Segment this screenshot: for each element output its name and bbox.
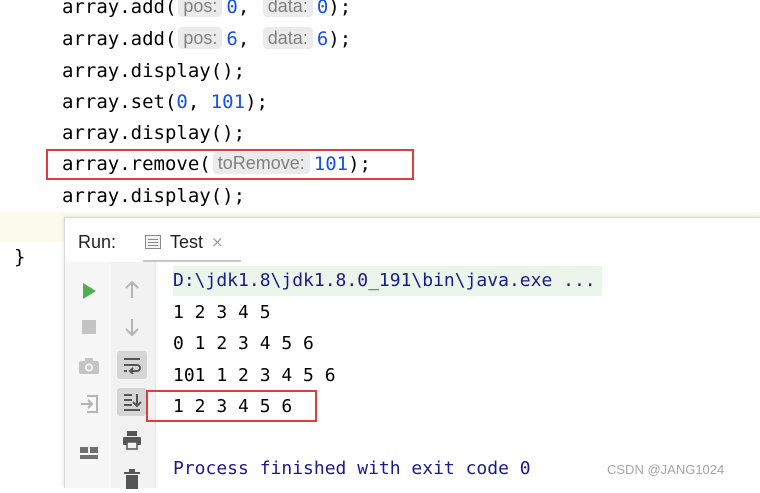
console-exit-line: Process finished with exit code 0	[173, 458, 531, 479]
param-hint-pos: pos:	[178, 27, 223, 49]
run-toolbar-primary	[65, 262, 111, 488]
code-text: array.display();	[62, 185, 246, 207]
code-text: ,	[187, 91, 211, 113]
number-literal: 6	[226, 28, 238, 50]
highlight-box-remove-call	[46, 149, 414, 180]
code-text: );	[328, 28, 352, 50]
watermark: CSDN @JANG1024	[607, 462, 725, 477]
trash-icon[interactable]	[117, 465, 147, 493]
code-editor[interactable]: array.add(pos: 0, data: 0); array.add(pos:…	[0, 0, 760, 220]
code-text: array.display();	[62, 60, 246, 82]
code-text: );	[328, 0, 352, 18]
code-text: array.set(	[62, 91, 177, 113]
print-icon[interactable]	[117, 426, 147, 454]
run-header: Run: Test ×	[65, 218, 760, 262]
highlight-box-output	[146, 390, 317, 422]
scroll-to-end-icon[interactable]	[117, 388, 147, 416]
code-line-set[interactable]: array.set(0, 101);	[62, 87, 268, 117]
run-label: Run:	[78, 232, 117, 252]
run-toolbar-secondary	[111, 262, 156, 489]
stop-icon[interactable]	[74, 313, 104, 341]
layout-icon[interactable]	[74, 439, 104, 467]
play-icon[interactable]	[74, 277, 104, 305]
console-tab-icon	[145, 235, 161, 249]
tab-test[interactable]: Test ×	[145, 228, 224, 256]
console-output[interactable]: D:\jdk1.8\jdk1.8.0_191\bin\java.exe ... …	[173, 262, 760, 488]
code-text: ,	[237, 28, 250, 50]
camera-icon[interactable]	[74, 352, 104, 380]
login-icon[interactable]	[74, 390, 104, 418]
run-tool-window: Run: Test × D:\jdk1.8\jdk1.8.0_191\bin\j…	[64, 217, 760, 489]
code-text: );	[245, 91, 268, 113]
closing-brace: }	[14, 246, 26, 268]
tab-label: Test	[170, 231, 204, 252]
number-literal: 101	[210, 91, 246, 113]
close-icon[interactable]: ×	[211, 233, 224, 251]
number-literal: 6	[316, 28, 329, 50]
param-hint-pos: pos:	[178, 0, 223, 17]
soft-wrap-icon[interactable]	[117, 351, 147, 379]
code-text: array.add(	[62, 28, 177, 50]
number-literal: 0	[226, 0, 238, 18]
code-line-display[interactable]: array.display();	[62, 118, 245, 148]
code-line-display[interactable]: array.display();	[62, 181, 245, 211]
console-command-line: D:\jdk1.8\jdk1.8.0_191\bin\java.exe ...	[173, 266, 602, 296]
code-text: ,	[237, 0, 250, 18]
console-output-line: 101 1 2 3 4 5 6	[173, 365, 336, 386]
arrow-down-icon[interactable]	[117, 313, 147, 341]
code-line-add-6[interactable]: array.add(pos: 6, data: 6);	[62, 24, 351, 54]
code-text: array.display();	[62, 122, 246, 144]
code-line-add-0[interactable]: array.add(pos: 0, data: 0);	[62, 0, 351, 22]
param-hint-data: data:	[262, 0, 313, 17]
number-literal: 0	[176, 91, 188, 113]
arrow-up-icon[interactable]	[117, 276, 147, 304]
code-line-display[interactable]: array.display();	[62, 56, 245, 86]
console-output-line: 0 1 2 3 4 5 6	[173, 333, 314, 354]
console-output-line: 1 2 3 4 5	[173, 302, 271, 323]
number-literal: 0	[316, 0, 329, 18]
code-text: array.add(	[62, 0, 177, 18]
param-hint-data: data:	[262, 27, 313, 49]
